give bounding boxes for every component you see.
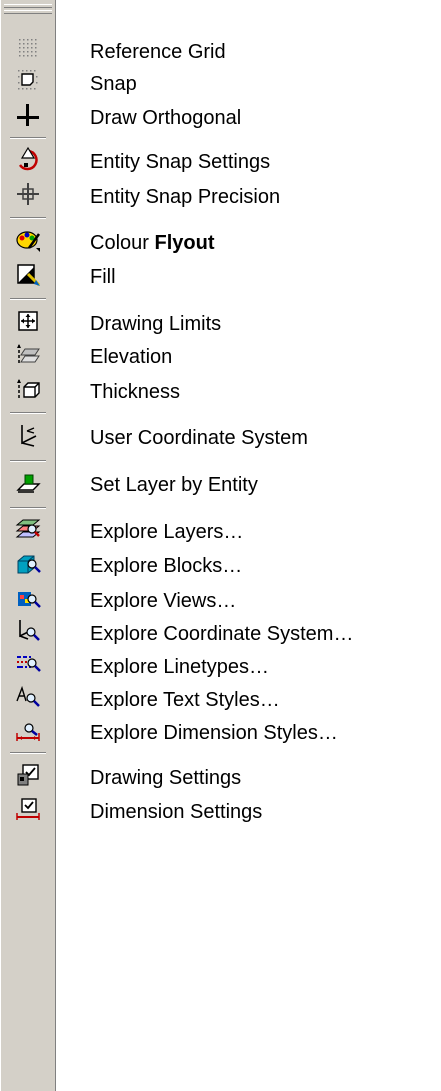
label-entity-snap-settings: Entity Snap Settings [90,151,271,173]
drawing-settings-button[interactable] [14,761,42,789]
explore-text-styles-button[interactable] [14,683,42,711]
reference-grid-icon [19,39,37,57]
explore-views-icon [18,592,41,608]
toolbar-separator [10,460,46,462]
label-thickness: Thickness [90,381,181,403]
entity-snap-precision-icon [17,183,39,205]
set-layer-by-entity-button[interactable] [14,468,42,496]
label-drawing-limits: Drawing Limits [90,313,222,335]
explore-coordinate-system-icon [19,620,40,641]
explore-linetypes-icon [17,656,41,672]
dimension-settings-button[interactable] [14,795,42,823]
label-fill: Fill [90,266,116,288]
drawing-limits-icon [18,311,38,331]
entity-snap-settings-icon [18,146,38,171]
snap-icon [18,70,38,90]
draw-orthogonal-button[interactable] [14,101,42,129]
fill-button[interactable] [14,260,42,288]
toolbar-grip[interactable] [4,4,52,8]
user-coordinate-system-button[interactable] [14,421,42,449]
explore-layers-button[interactable] [14,515,42,543]
thickness-button[interactable] [14,375,42,403]
label-draw-orthogonal: Draw Orthogonal [90,107,242,129]
dimension-settings-icon [16,798,40,820]
user-coordinate-system-icon [21,425,37,447]
toolbar-separator [10,507,46,509]
toolbar-separator [10,752,46,754]
reference-grid-button[interactable] [14,34,42,62]
drawing-settings-icon [17,764,39,786]
explore-blocks-icon [17,555,41,574]
explore-linetypes-button[interactable] [14,650,42,678]
explore-coordinate-system-button[interactable] [14,617,42,645]
label-dimension-settings: Dimension Settings [90,801,263,823]
snap-button[interactable] [14,66,42,94]
settings-toolbar [0,0,56,1091]
entity-snap-precision-button[interactable] [14,180,42,208]
label-explore-text-styles: Explore Text Styles… [90,689,280,711]
label-snap: Snap [90,73,137,95]
elevation-button[interactable] [14,340,42,368]
label-colour-flyout: Colour Flyout [90,231,214,255]
label-drawing-settings: Drawing Settings [90,767,242,789]
label-explore-layers: Explore Layers… [90,521,244,543]
set-layer-by-entity-icon [16,474,41,493]
toolbar-separator [10,217,46,219]
label-explore-coordinate-system: Explore Coordinate System… [90,623,354,645]
label-colour-text: Colour [90,232,155,254]
fill-icon [17,264,41,287]
explore-text-styles-icon [16,685,40,707]
label-set-layer-by-entity: Set Layer by Entity [90,474,258,496]
toolbar-separator [10,412,46,414]
label-explore-dimension-styles: Explore Dimension Styles… [90,722,338,744]
explore-blocks-button[interactable] [14,549,42,577]
label-reference-grid: Reference Grid [90,41,226,63]
label-flyout-bold: Flyout [154,232,215,254]
explore-dimension-styles-button[interactable] [14,716,42,744]
draw-orthogonal-icon [17,104,39,126]
colour-flyout-button[interactable] [14,226,42,254]
label-elevation: Elevation [90,346,173,368]
thickness-icon [17,379,40,398]
toolbar-separator [10,298,46,300]
drawing-limits-button[interactable] [14,307,42,335]
explore-views-button[interactable] [14,584,42,612]
toolbar-grip[interactable] [4,10,52,14]
label-explore-blocks: Explore Blocks… [90,555,243,577]
explore-layers-icon [15,519,41,538]
colour-flyout-icon [16,231,41,252]
toolbar-separator [10,137,46,139]
entity-snap-settings-button[interactable] [14,145,42,173]
explore-dimension-styles-icon [16,723,40,741]
elevation-icon [17,344,40,363]
label-user-coordinate-system: User Coordinate System [90,427,308,449]
label-entity-snap-precision: Entity Snap Precision [90,186,281,208]
label-explore-linetypes: Explore Linetypes… [90,656,269,678]
label-explore-views: Explore Views… [90,590,237,612]
